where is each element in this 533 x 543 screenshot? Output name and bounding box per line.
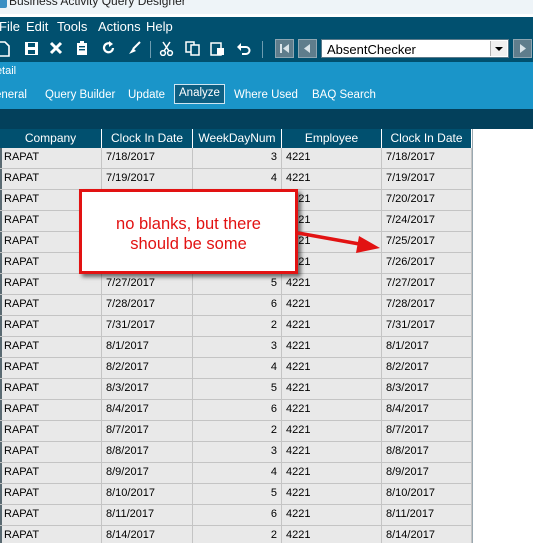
annotation-arrow [297, 231, 380, 253]
